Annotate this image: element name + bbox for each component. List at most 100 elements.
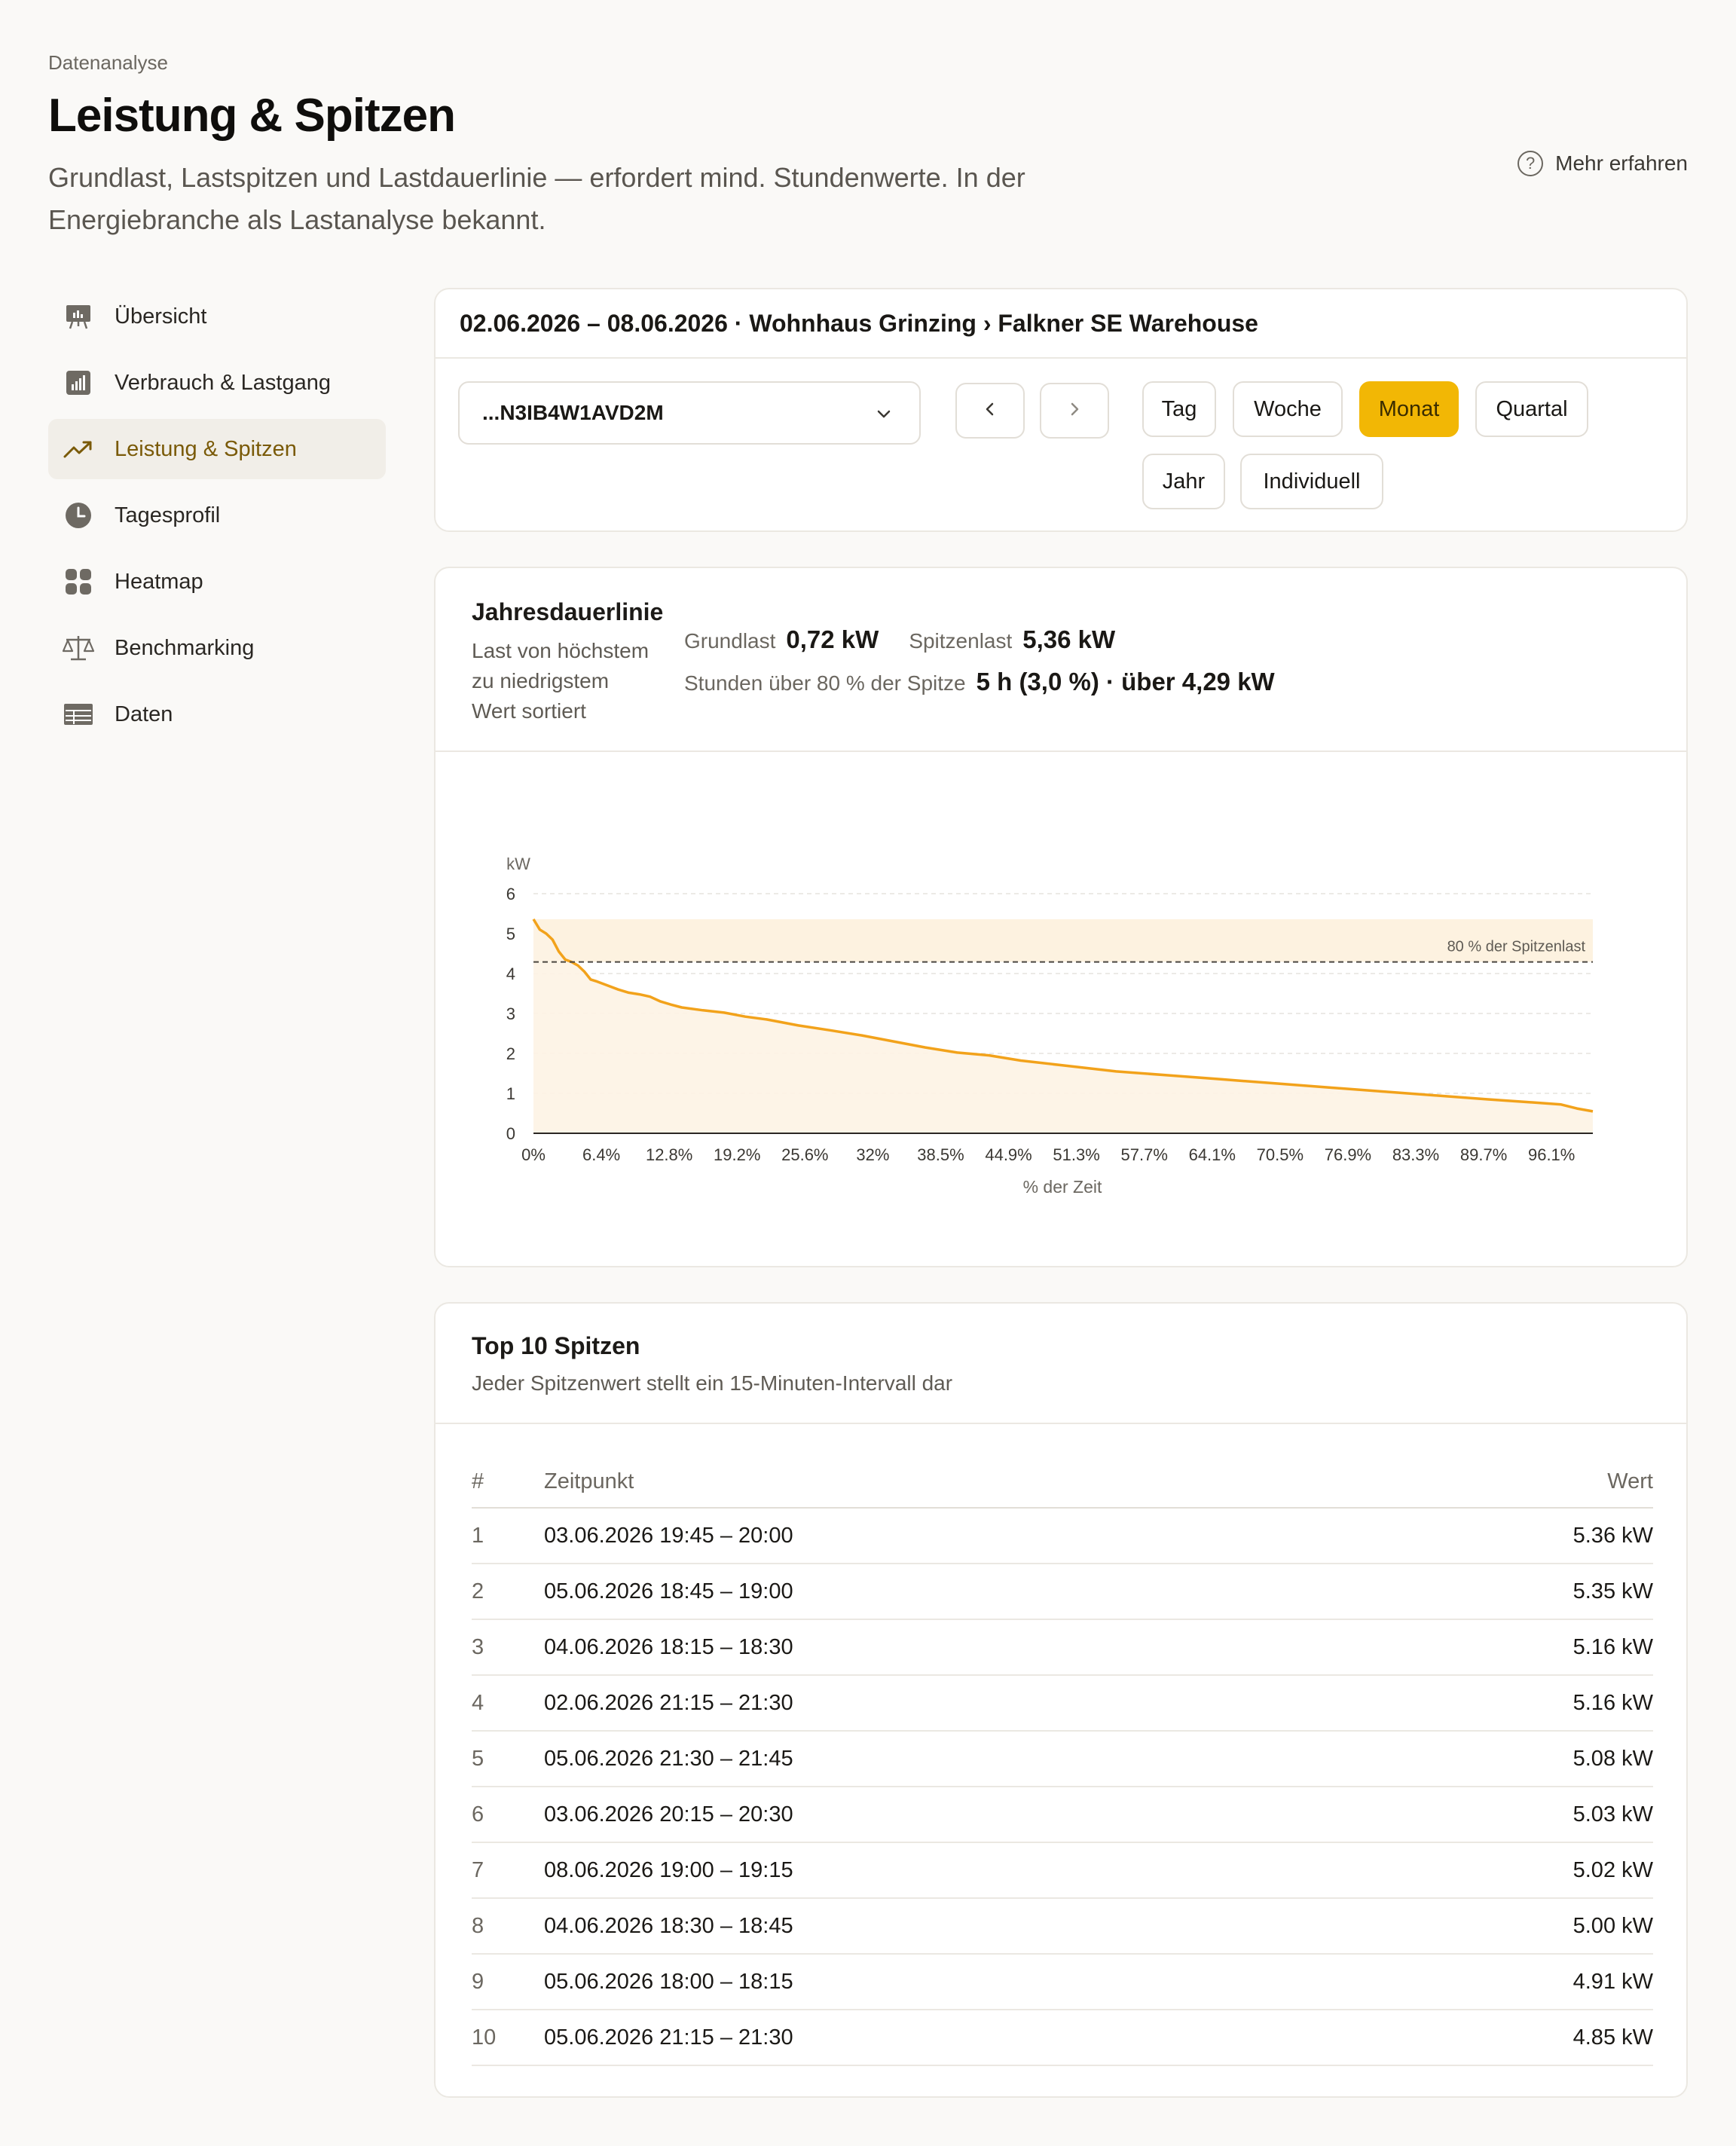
presentation-board-icon	[62, 300, 95, 333]
time-cell: 03.06.2026 19:45 – 20:00	[544, 1523, 793, 1548]
x-tick-label: 70.5%	[1257, 1145, 1304, 1164]
chevron-down-icon	[874, 404, 894, 429]
column-header-time: Zeitpunkt	[544, 1469, 634, 1493]
sidebar-item-verbrauch[interactable]: Verbrauch & Lastgang	[48, 353, 386, 413]
divider	[436, 1423, 1686, 1424]
rank-cell: 3	[472, 1634, 484, 1659]
x-tick-label: 32%	[856, 1145, 889, 1164]
filter-card: 02.06.2026 – 08.06.2026 · Wohnhaus Grinz…	[434, 288, 1688, 532]
stats-row-primary: Grundlast 0,72 kW Spitzenlast 5,36 kW	[684, 625, 1145, 654]
duration-curve-subtitle: Last von höchstem zu niedrigstem Wert so…	[472, 639, 649, 723]
period-woche-button[interactable]: Woche	[1233, 381, 1343, 437]
sidebar-item-daten[interactable]: Daten	[48, 684, 386, 744]
period-quartal-button[interactable]: Quartal	[1475, 381, 1588, 437]
sidebar-item-label: Benchmarking	[115, 635, 255, 660]
help-circle-icon: ?	[1517, 151, 1544, 176]
load-duration-chart: kW 80 % der Spitzenlast 0 1 2 3 4 5 6 0% 6.4% 12.…	[506, 854, 1594, 1197]
y-tick-label: 6	[506, 885, 515, 903]
sidebar-item-heatmap[interactable]: Heatmap	[48, 552, 386, 612]
table-row: 4 02.06.2026 21:15 – 21:30 5.16 kW	[472, 1676, 1653, 1732]
sidebar-item-label: Daten	[115, 702, 173, 726]
rank-cell: 8	[472, 1913, 484, 1938]
y-axis-unit-label: kW	[506, 854, 530, 873]
meter-select[interactable]: ...N3IB4W1AVD2M	[458, 381, 921, 445]
rank-cell: 5	[472, 1746, 484, 1771]
sidebar-item-label: Tagesprofil	[115, 503, 221, 527]
x-tick-label: 51.3%	[1053, 1145, 1099, 1164]
sidebar-item-label: Heatmap	[115, 569, 203, 594]
sidebar-nav: Übersicht Verbrauch & Lastgang Leistung …	[48, 286, 386, 750]
table-row: 2 05.06.2026 18:45 – 19:00 5.35 kW	[472, 1564, 1653, 1620]
top-peaks-card: Top 10 Spitzen Jeder Spitzenwert stellt …	[434, 1302, 1688, 2098]
x-tick-label: 19.2%	[714, 1145, 760, 1164]
x-tick-label: 64.1%	[1189, 1145, 1236, 1164]
time-cell: 08.06.2026 19:00 – 19:15	[544, 1857, 793, 1882]
x-tick-label: 6.4%	[582, 1145, 620, 1164]
peak-band-area	[533, 919, 1593, 962]
previous-period-button[interactable]	[955, 383, 1025, 439]
duration-curve-title: Jahresdauerlinie	[472, 598, 664, 625]
bar-chart-icon	[62, 366, 95, 399]
time-cell: 02.06.2026 21:15 – 21:30	[544, 1690, 793, 1715]
table-row: 3 04.06.2026 18:15 – 18:30 5.16 kW	[472, 1620, 1653, 1676]
clock-icon	[62, 499, 95, 532]
scale-icon	[62, 631, 95, 665]
base-load-label: Grundlast	[684, 629, 776, 653]
sidebar-item-tagesprofil[interactable]: Tagesprofil	[48, 485, 386, 546]
page-eyebrow: Datenanalyse	[48, 51, 168, 74]
table-icon	[62, 698, 95, 731]
period-jahr-button[interactable]: Jahr	[1142, 454, 1225, 509]
sidebar-item-benchmarking[interactable]: Benchmarking	[48, 618, 386, 678]
rank-cell: 9	[472, 1969, 484, 1994]
peaks-table: # Zeitpunkt Wert 1 03.06.2026 19:45 – 20:…	[472, 1456, 1653, 2066]
period-monat-button[interactable]: Monat	[1359, 381, 1459, 437]
x-tick-label: 89.7%	[1460, 1145, 1507, 1164]
value-cell: 4.91 kW	[1572, 1969, 1653, 1994]
y-tick-label: 2	[506, 1044, 515, 1063]
x-tick-label: 44.9%	[985, 1145, 1032, 1164]
sidebar-item-leistung[interactable]: Leistung & Spitzen	[48, 419, 386, 479]
y-tick-label: 3	[506, 1004, 515, 1023]
column-header-value: Wert	[1607, 1469, 1653, 1493]
sidebar-item-uebersicht[interactable]: Übersicht	[48, 286, 386, 347]
stats-row-secondary: Stunden über 80 % der Spitze 5 h (3,0 %)…	[684, 668, 1305, 696]
x-tick-label: 57.7%	[1121, 1145, 1168, 1164]
column-header-rank: #	[472, 1469, 484, 1493]
next-period-button[interactable]	[1040, 383, 1109, 439]
peak-load-label: Spitzenlast	[909, 629, 1013, 653]
time-cell: 03.06.2026 20:15 – 20:30	[544, 1802, 793, 1827]
x-tick-label: 0%	[521, 1145, 546, 1164]
value-cell: 5.16 kW	[1572, 1690, 1653, 1715]
table-row: 9 05.06.2026 18:00 – 18:15 4.91 kW	[472, 1955, 1653, 2010]
table-row: 8 04.06.2026 18:30 – 18:45 5.00 kW	[472, 1899, 1653, 1955]
period-tag-button[interactable]: Tag	[1142, 381, 1216, 437]
table-row: 5 05.06.2026 21:30 – 21:45 5.08 kW	[472, 1732, 1653, 1787]
page-description: Grundlast, Lastspitzen und Lastdauerlini…	[48, 162, 1025, 235]
hours-above-label: Stunden über 80 % der Spitze	[684, 671, 966, 695]
peak-load-value: 5,36 kW	[1022, 625, 1116, 653]
chevron-left-icon	[980, 399, 1000, 423]
value-cell: 5.03 kW	[1572, 1802, 1653, 1827]
value-cell: 5.00 kW	[1572, 1913, 1653, 1938]
value-cell: 5.16 kW	[1572, 1634, 1653, 1659]
y-tick-label: 1	[506, 1084, 515, 1103]
x-tick-label: 96.1%	[1528, 1145, 1575, 1164]
table-row: 1 03.06.2026 19:45 – 20:00 5.36 kW	[472, 1509, 1653, 1564]
learn-more-link[interactable]: ? Mehr erfahren	[1517, 151, 1688, 176]
table-row: 7 08.06.2026 19:00 – 19:15 5.02 kW	[472, 1843, 1653, 1899]
sidebar-item-label: Übersicht	[115, 304, 207, 329]
x-tick-label: 83.3%	[1392, 1145, 1439, 1164]
y-tick-label: 5	[506, 925, 515, 943]
top-peaks-title: Top 10 Spitzen	[472, 1332, 640, 1359]
x-tick-label: 12.8%	[646, 1145, 692, 1164]
x-tick-label: 76.9%	[1325, 1145, 1371, 1164]
value-cell: 5.36 kW	[1572, 1523, 1653, 1548]
rank-cell: 1	[472, 1523, 484, 1548]
table-row: 6 03.06.2026 20:15 – 20:30 5.03 kW	[472, 1787, 1653, 1843]
period-individuell-button[interactable]: Individuell	[1240, 454, 1383, 509]
x-tick-label: 38.5%	[917, 1145, 964, 1164]
x-tick-label: 25.6%	[781, 1145, 828, 1164]
page-title: Leistung & Spitzen	[48, 90, 456, 142]
rank-cell: 6	[472, 1802, 484, 1827]
time-cell: 05.06.2026 21:30 – 21:45	[544, 1746, 793, 1771]
